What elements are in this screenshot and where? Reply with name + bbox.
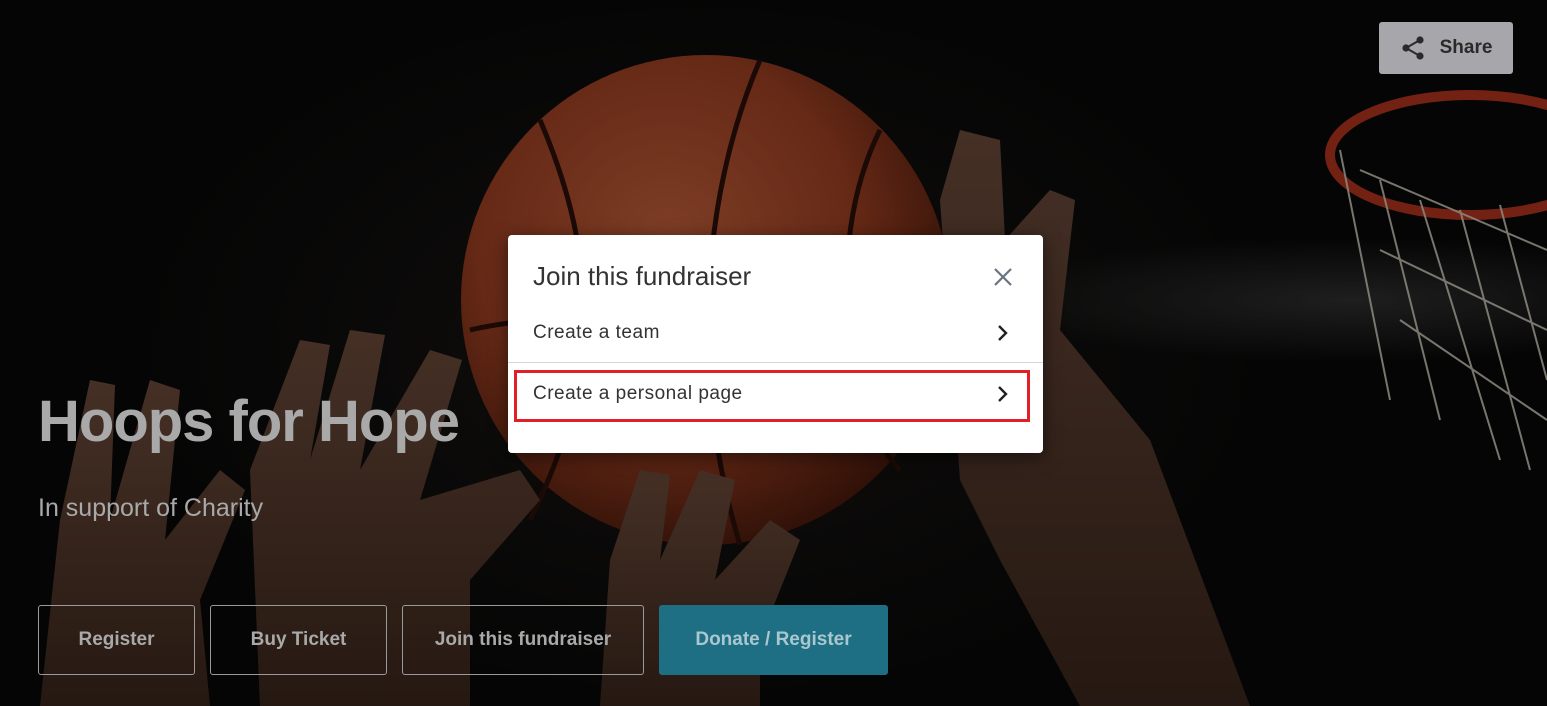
buy-ticket-button[interactable]: Buy Ticket (210, 605, 387, 675)
close-button[interactable] (991, 265, 1015, 289)
dialog-title: Join this fundraiser (533, 261, 752, 291)
join-fundraiser-dialog: Join this fundraiser Create a team Creat… (508, 235, 1043, 453)
event-title: Hoops for Hope (38, 389, 460, 454)
share-icon (1401, 36, 1424, 60)
share-button[interactable]: Share (1379, 22, 1513, 74)
share-label: Share (1439, 37, 1493, 58)
donate-register-button[interactable]: Donate / Register (659, 605, 888, 675)
event-subtitle: In support of Charity (38, 494, 264, 522)
create-team-option[interactable]: Create a team (508, 305, 1043, 361)
create-personal-page-option[interactable]: Create a personal page (508, 366, 1043, 422)
option-label: Create a team (533, 322, 660, 343)
chevron-right-icon (998, 325, 1008, 341)
option-label: Create a personal page (533, 383, 743, 404)
option-divider (508, 362, 1043, 363)
chevron-right-icon (998, 386, 1008, 402)
close-icon (994, 268, 1012, 286)
register-button[interactable]: Register (38, 605, 195, 675)
join-fundraiser-button[interactable]: Join this fundraiser (402, 605, 644, 675)
